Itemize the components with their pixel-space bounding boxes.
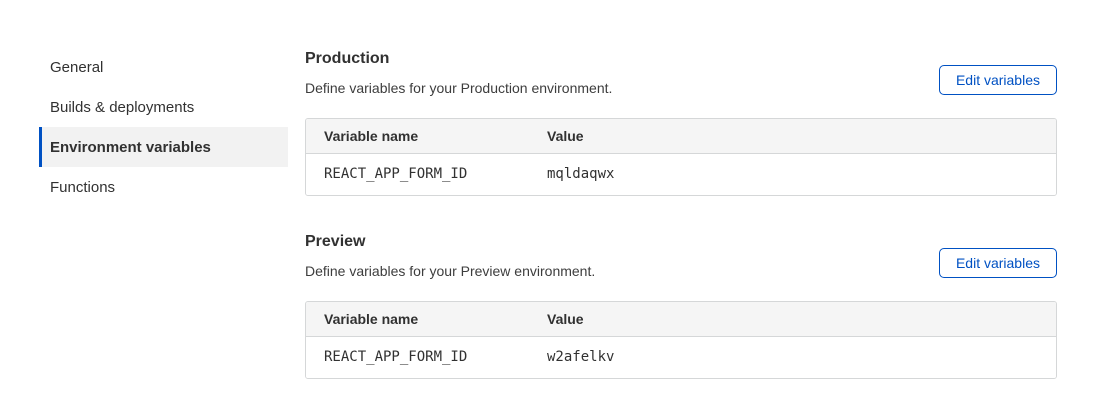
variable-value-cell: mqldaqwx	[529, 153, 1056, 195]
sidebar-item-general[interactable]: General	[39, 47, 288, 87]
production-section-description: Define variables for your Production env…	[305, 78, 612, 98]
table-header-row: Variable name Value	[306, 119, 1056, 153]
production-section-title: Production	[305, 47, 612, 71]
production-section-heading-group: Production Define variables for your Pro…	[305, 47, 612, 98]
preview-variables-table: Variable name Value REACT_APP_FORM_ID w2…	[305, 301, 1057, 379]
preview-section-header: Preview Define variables for your Previe…	[305, 230, 1057, 281]
table-row: REACT_APP_FORM_ID w2afelkv	[306, 336, 1056, 378]
settings-page: General Builds & deployments Environment…	[0, 0, 1100, 379]
preview-section-description: Define variables for your Preview enviro…	[305, 261, 595, 281]
variable-value-cell: w2afelkv	[529, 336, 1056, 378]
preview-edit-variables-button[interactable]: Edit variables	[939, 248, 1057, 278]
production-section-header: Production Define variables for your Pro…	[305, 47, 1057, 98]
table-header-row: Variable name Value	[306, 302, 1056, 336]
preview-section-title: Preview	[305, 230, 595, 254]
preview-section-heading-group: Preview Define variables for your Previe…	[305, 230, 595, 281]
column-header-variable-name: Variable name	[306, 119, 529, 153]
variable-name-cell: REACT_APP_FORM_ID	[306, 336, 529, 378]
sidebar-item-environment-variables[interactable]: Environment variables	[39, 127, 288, 167]
column-header-value: Value	[529, 302, 1056, 336]
sidebar-item-builds-deployments[interactable]: Builds & deployments	[39, 87, 288, 127]
production-section: Production Define variables for your Pro…	[305, 47, 1057, 196]
preview-section: Preview Define variables for your Previe…	[305, 230, 1057, 379]
environment-variables-panel: Production Define variables for your Pro…	[305, 47, 1057, 379]
production-variables-table: Variable name Value REACT_APP_FORM_ID mq…	[305, 118, 1057, 196]
production-edit-variables-button[interactable]: Edit variables	[939, 65, 1057, 95]
table-row: REACT_APP_FORM_ID mqldaqwx	[306, 153, 1056, 195]
column-header-value: Value	[529, 119, 1056, 153]
settings-sidebar: General Builds & deployments Environment…	[39, 47, 288, 207]
column-header-variable-name: Variable name	[306, 302, 529, 336]
variable-name-cell: REACT_APP_FORM_ID	[306, 153, 529, 195]
sidebar-item-functions[interactable]: Functions	[39, 167, 288, 207]
